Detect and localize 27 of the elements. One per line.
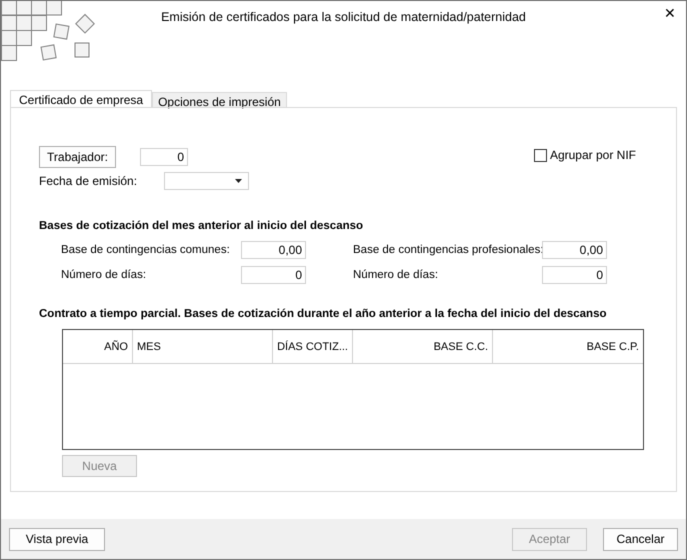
column-header[interactable]: BASE C.C. xyxy=(353,330,493,363)
field-label: Fecha de emisión: xyxy=(39,174,138,188)
close-button[interactable]: ✕ xyxy=(662,5,678,21)
field-label: Número de días: xyxy=(352,269,440,281)
amount-field[interactable]: 0 xyxy=(241,266,306,284)
column-header[interactable]: DÍAS COTIZ... xyxy=(273,330,353,363)
worker-field[interactable]: 0 xyxy=(140,148,188,166)
amount-field[interactable]: 0,00 xyxy=(542,241,607,259)
column-header[interactable]: AÑO xyxy=(63,330,133,363)
worker-button[interactable]: Trabajador: xyxy=(39,146,116,168)
footer-button[interactable]: Vista previa xyxy=(9,528,105,550)
section-heading: Contrato a tiempo parcial. Bases de cotización durante el año anterior a la fecha del inicio del descanso xyxy=(39,308,608,320)
field-label: Base de contingencias profesionales: xyxy=(352,244,542,256)
checkbox-label: Agrupar por NIF xyxy=(550,148,636,162)
tab[interactable]: Opciones de impresión xyxy=(152,92,287,107)
column-header[interactable]: BASE C.P. xyxy=(493,330,643,363)
caret-icon xyxy=(235,179,242,183)
tab[interactable]: Certificado de empresa xyxy=(10,90,152,108)
field-label: Número de días: xyxy=(61,269,148,281)
column-header[interactable]: MES xyxy=(133,330,273,363)
checkbox[interactable] xyxy=(534,148,547,162)
section-heading: Bases de cotización del mes anterior al inicio del descanso xyxy=(39,220,364,232)
amount-field[interactable]: 0,00 xyxy=(241,241,306,259)
footer-button[interactable]: Cancelar xyxy=(603,528,678,550)
field-label: Base de contingencias comunes: xyxy=(61,244,231,256)
window-title: Emisión de certificados para la solicitud de maternidad/paternidad xyxy=(161,10,526,26)
amount-field[interactable]: 0 xyxy=(542,266,607,284)
